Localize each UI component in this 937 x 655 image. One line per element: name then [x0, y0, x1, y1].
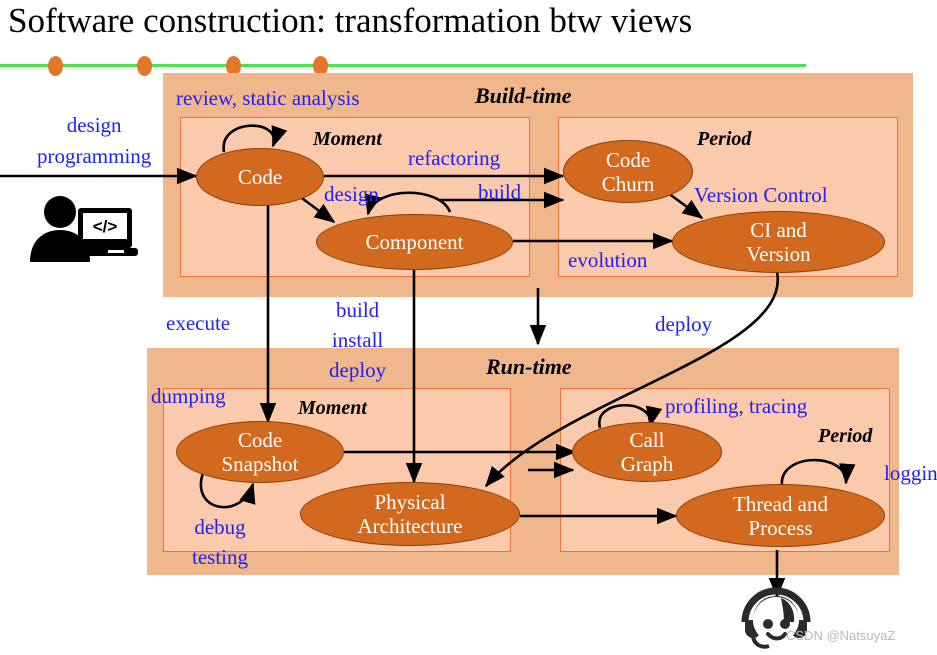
- node-call-graph[interactable]: Call Graph: [572, 422, 722, 482]
- bullet-dot-2: [137, 56, 152, 76]
- node-call-graph-label: Call Graph: [620, 428, 674, 476]
- run-moment-title: Moment: [298, 397, 367, 419]
- label-build-install-deploy: build install deploy: [329, 298, 387, 382]
- label-logging: logging: [884, 461, 937, 485]
- decorative-rule: [0, 64, 806, 67]
- label-build: build: [478, 180, 522, 204]
- node-component-label: Component: [365, 230, 464, 254]
- label-execute: execute: [166, 311, 231, 335]
- label-profiling-tracing: profiling, tracing: [665, 394, 808, 418]
- node-component[interactable]: Component: [316, 214, 513, 270]
- node-physical-architecture[interactable]: Physical Architecture: [300, 482, 520, 546]
- build-moment-title: Moment: [313, 128, 382, 150]
- run-period-title: Period: [818, 425, 873, 447]
- developer-icon: </>: [30, 196, 138, 262]
- label-design-programming: design programming: [37, 113, 152, 168]
- label-dumping: dumping: [151, 384, 226, 408]
- node-physical-architecture-label: Physical Architecture: [357, 490, 463, 538]
- label-debug-testing: debug testing: [192, 515, 248, 569]
- node-code-snapshot[interactable]: Code Snapshot: [176, 421, 344, 483]
- build-time-title: Build-time: [475, 83, 572, 108]
- node-code-label: Code: [237, 165, 283, 189]
- label-deploy: deploy: [655, 312, 713, 336]
- build-period-title: Period: [697, 128, 752, 150]
- label-evolution: evolution: [568, 248, 648, 272]
- label-refactoring: refactoring: [408, 146, 501, 170]
- node-thread-and-process[interactable]: Thread and Process: [676, 484, 885, 547]
- run-time-title: Run-time: [486, 354, 572, 379]
- slide-canvas: Software construction: transformation bt…: [0, 0, 937, 655]
- node-ci-and-version[interactable]: CI and Version: [672, 211, 885, 273]
- label-review-static-analysis: review, static analysis: [176, 86, 360, 110]
- node-code-churn[interactable]: Code Churn: [563, 140, 693, 203]
- page-title: Software construction: transformation bt…: [8, 1, 693, 40]
- watermark: CSDN @NatsuyaZ: [786, 628, 896, 643]
- label-version-control: Version Control: [694, 183, 828, 207]
- label-design: design: [324, 182, 379, 206]
- node-code-snapshot-label: Code Snapshot: [221, 428, 299, 476]
- bullet-dot-1: [48, 56, 63, 76]
- node-code[interactable]: Code: [196, 148, 324, 206]
- node-ci-and-version-label: CI and Version: [746, 218, 811, 266]
- node-thread-and-process-label: Thread and Process: [732, 491, 829, 540]
- node-code-churn-label: Code Churn: [601, 147, 655, 196]
- developer-icon-glyph: </>: [93, 217, 118, 236]
